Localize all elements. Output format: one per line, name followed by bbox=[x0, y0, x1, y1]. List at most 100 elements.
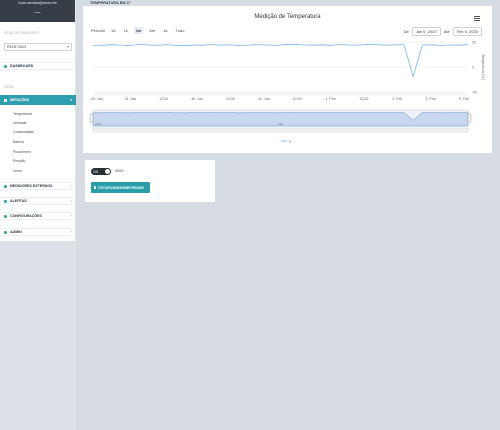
from-label: De bbox=[403, 29, 409, 34]
bell-icon bbox=[4, 199, 7, 203]
gear-icon bbox=[4, 214, 7, 218]
sidebar-subitem-luminosidade[interactable]: Luminosidade bbox=[13, 130, 34, 134]
sidebar-item-medicoes[interactable]: MEDIÇÕES ▾ bbox=[0, 95, 76, 105]
sidebar-subitem-vento[interactable]: Vento bbox=[13, 169, 22, 173]
data-point bbox=[156, 44, 158, 46]
sidebar-subitem-pluviometro[interactable]: Pluviometro bbox=[13, 150, 31, 154]
zoom-button-all[interactable]: Tudo bbox=[174, 27, 187, 34]
sidebar-item-configuracoes[interactable]: CONFIGURAÇÕES › bbox=[0, 212, 76, 220]
series-line bbox=[92, 43, 469, 78]
data-point bbox=[412, 76, 414, 77]
power-toggle[interactable]: ON bbox=[91, 168, 111, 175]
x-tick-label: 12:00 bbox=[293, 97, 302, 101]
x-tick-label: 31. Jan bbox=[124, 97, 136, 101]
data-point bbox=[147, 44, 149, 46]
zoom-label: Período bbox=[91, 28, 106, 33]
data-point bbox=[202, 44, 204, 46]
chart-card: 25 0 -25 Temperatura (°C) 29. Jan 31. Jan 12:0… bbox=[83, 6, 492, 153]
chevron-right-icon: › bbox=[70, 184, 72, 188]
legend-label: 1 bbox=[289, 139, 291, 143]
sidebar-subitem-pressao[interactable]: Pressão bbox=[13, 159, 25, 163]
data-point bbox=[403, 44, 405, 45]
x-tick-label: 12:00 bbox=[359, 97, 368, 101]
device-button[interactable]: ESTUFA/ANEMÔMETRO/000 bbox=[91, 182, 150, 193]
data-point bbox=[238, 45, 240, 46]
data-point bbox=[321, 44, 323, 46]
zoom-button-1m[interactable]: 1m bbox=[133, 27, 144, 34]
data-point bbox=[458, 44, 460, 46]
chart-line-icon bbox=[4, 98, 7, 102]
sidebar-subitem-temperatura[interactable]: Temperatura bbox=[13, 112, 32, 116]
zoom-button-6m[interactable]: 6m bbox=[147, 27, 157, 34]
header-glyph: — bbox=[34, 10, 41, 16]
sidebar-item-alertas[interactable]: ALERTAS › bbox=[0, 197, 76, 205]
sidebar-footer-area bbox=[0, 241, 76, 430]
navigator-handle-left bbox=[89, 113, 94, 123]
zoom-button-1a[interactable]: 1a bbox=[161, 27, 169, 34]
y-tick-label: 0 bbox=[472, 65, 474, 69]
data-point bbox=[229, 44, 231, 46]
x-tick-label: 29. Jan bbox=[91, 97, 103, 101]
chevron-right-icon: › bbox=[70, 199, 72, 203]
controls-card: ON 0000 ESTUFA/ANEMÔMETRO/000 bbox=[85, 160, 215, 202]
device-button-label: ESTUFA/ANEMÔMETRO/000 bbox=[98, 185, 145, 190]
page-title: TEMPERATURA EM C° bbox=[90, 1, 131, 5]
menu-section-label: MENU bbox=[4, 85, 14, 89]
data-point bbox=[193, 44, 194, 46]
data-point bbox=[440, 45, 441, 46]
data-point bbox=[284, 44, 286, 46]
x-tick-label: 12:00 bbox=[159, 97, 168, 101]
data-point bbox=[431, 44, 432, 46]
sidebar-subitem-bateria[interactable]: Bateria bbox=[13, 140, 24, 144]
network-select[interactable]: REDE 0003 ▾ bbox=[4, 43, 72, 51]
network-section-label: REDE DE SENSORES bbox=[4, 31, 39, 35]
data-point bbox=[220, 44, 222, 46]
sidebar-item-label: MEDIDORES EXTERNOS bbox=[10, 184, 53, 188]
x-tick-label: 31. Jan bbox=[258, 97, 270, 101]
sidebar-item-dashboard[interactable]: DASHBOARD bbox=[0, 62, 76, 70]
y-tick-label: 25 bbox=[472, 40, 476, 44]
sidebar-header: lucas.zambiasi@unesc.net — bbox=[0, 0, 75, 22]
data-point bbox=[449, 44, 451, 46]
sidebar-item-label: ADMIN bbox=[10, 230, 22, 234]
data-point bbox=[110, 44, 112, 46]
chevron-right-icon: › bbox=[70, 214, 72, 218]
data-point bbox=[275, 45, 277, 46]
data-point bbox=[357, 44, 359, 46]
sidebar-item-admin[interactable]: ADMIN › bbox=[0, 228, 76, 236]
data-point bbox=[367, 44, 368, 45]
data-point bbox=[120, 44, 121, 46]
y-tick-label: -25 bbox=[472, 90, 477, 94]
home-icon bbox=[4, 64, 7, 68]
to-date-input[interactable]: Feb 5, 2020 bbox=[452, 27, 482, 36]
data-point bbox=[376, 44, 377, 46]
data-point bbox=[421, 44, 423, 46]
data-point bbox=[266, 44, 268, 46]
navigator-label-mid: Feb bbox=[278, 122, 284, 126]
sidebar-item-label: MEDIÇÕES bbox=[10, 98, 30, 102]
data-point bbox=[174, 45, 176, 46]
zoom-button-1d[interactable]: 1d bbox=[109, 27, 117, 34]
sidebar: lucas.zambiasi@unesc.net — REDE DE SENSO… bbox=[0, 0, 76, 430]
x-tick-label: 12:00 bbox=[226, 97, 235, 101]
data-point bbox=[257, 44, 258, 45]
zoom-button-1s[interactable]: 1s bbox=[121, 27, 129, 34]
chevron-down-icon: ▾ bbox=[70, 98, 72, 102]
menu-icon[interactable] bbox=[474, 16, 480, 21]
data-point bbox=[330, 44, 332, 46]
from-date-input[interactable]: Jan 6, 2020 bbox=[411, 27, 441, 36]
sidebar-subitem-umidade[interactable]: Umidade bbox=[13, 121, 27, 125]
data-point bbox=[348, 44, 350, 46]
data-point bbox=[394, 44, 396, 46]
sidebar-item-medidores-externos[interactable]: MEDIDORES EXTERNOS › bbox=[0, 182, 76, 190]
chevron-right-icon: › bbox=[70, 230, 72, 234]
data-point bbox=[293, 43, 295, 45]
data-point bbox=[101, 44, 103, 46]
data-point bbox=[385, 44, 387, 46]
x-tick-label: 30. Jan bbox=[191, 97, 203, 101]
chart-title: Medição de Temperatura bbox=[254, 14, 321, 20]
user-icon bbox=[4, 230, 7, 234]
navigator-label-start: 2020 bbox=[95, 122, 102, 126]
date-range: De Jan 6, 2020 Até Feb 5, 2020 bbox=[404, 27, 482, 36]
data-point bbox=[303, 44, 304, 46]
